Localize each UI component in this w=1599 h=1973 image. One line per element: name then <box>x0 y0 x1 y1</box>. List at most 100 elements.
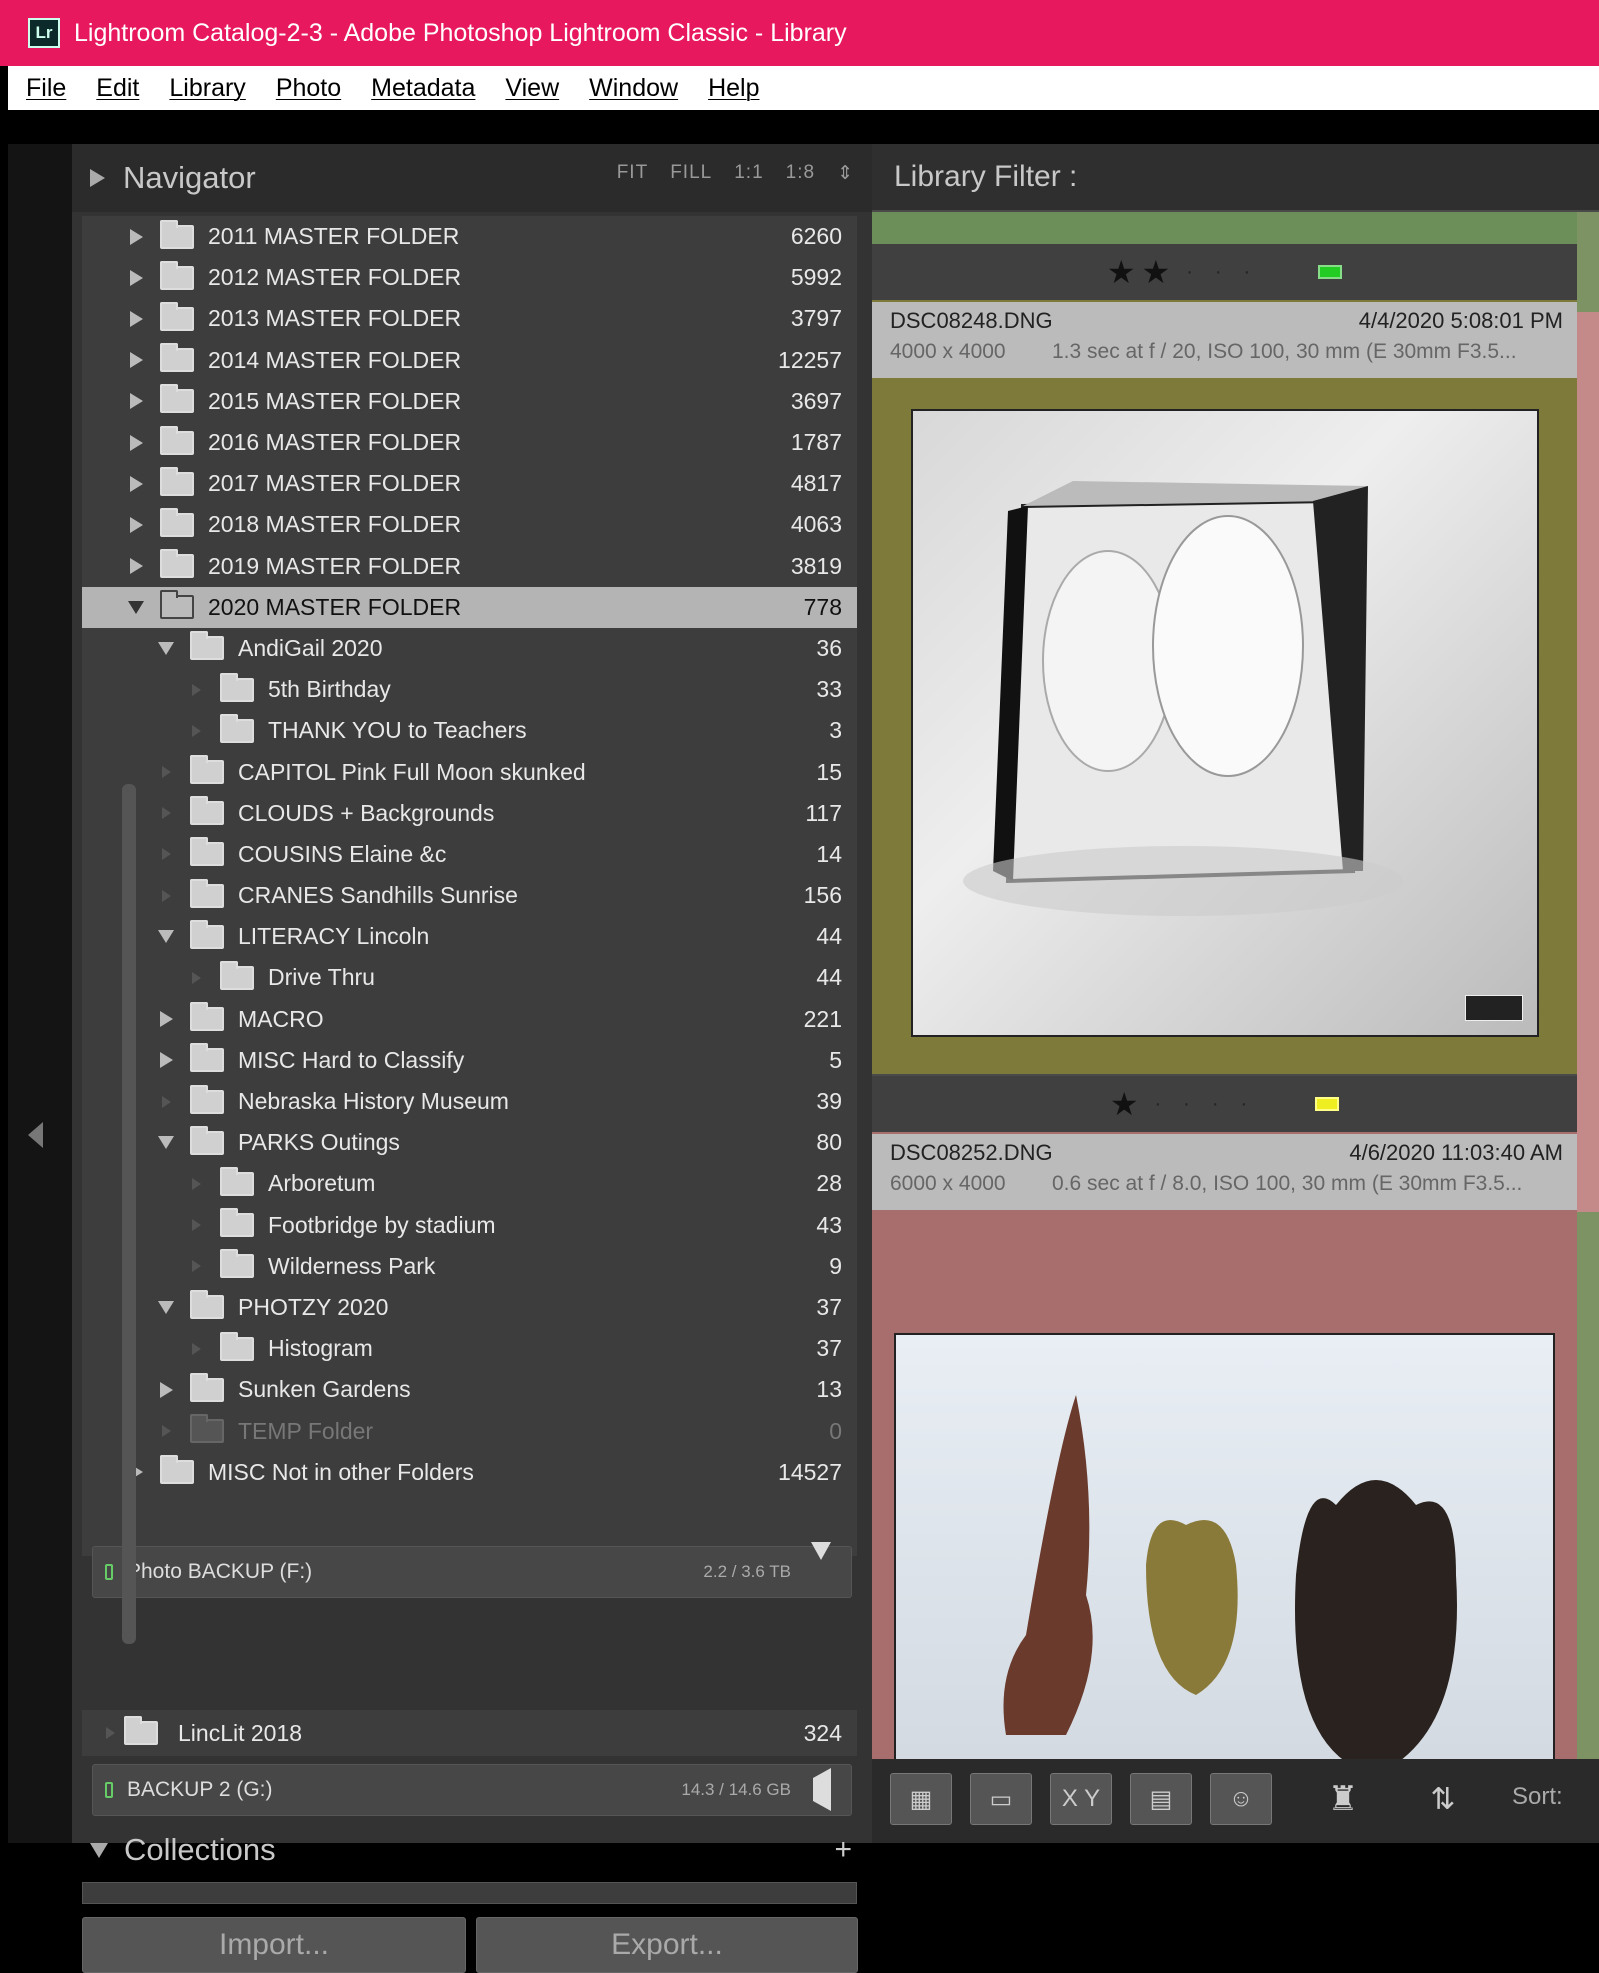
grid-cell-1[interactable]: ★★ ··· DSC08248.DNG 4/4/2020 5:08:01 PM … <box>872 244 1577 1074</box>
folder-collapsed-icon[interactable] <box>126 227 146 247</box>
folder-row[interactable]: Nebraska History Museum 39 <box>82 1081 857 1122</box>
folder-row[interactable]: Drive Thru 44 <box>82 957 857 998</box>
menu-photo[interactable]: Photo <box>276 74 341 103</box>
folder-collapsed-icon[interactable] <box>126 474 146 494</box>
photo-info: DSC08252.DNG 4/6/2020 11:03:40 AM 6000 x… <box>872 1134 1577 1210</box>
folder-row[interactable]: LITERACY Lincoln 44 <box>82 916 857 957</box>
star-rating[interactable]: ★★ <box>1107 253 1176 291</box>
drive-collapsed-icon[interactable] <box>813 1768 831 1811</box>
loupe-view-icon[interactable]: ▭ <box>970 1773 1032 1825</box>
folder-row-linclit[interactable]: LincLit 2018 324 <box>82 1710 857 1756</box>
folder-row[interactable]: TEMP Folder 0 <box>82 1410 857 1451</box>
folder-collapsed-icon[interactable] <box>156 1009 176 1029</box>
thumbnail-badges-icon[interactable] <box>1465 995 1523 1021</box>
photo-exif: 0.6 sec at f / 8.0, ISO 100, 30 mm (E 30… <box>1052 1172 1523 1195</box>
folder-row[interactable]: CAPITOL Pink Full Moon skunked 15 <box>82 751 857 792</box>
drive-backup-2[interactable]: BACKUP 2 (G:) 14.3 / 14.6 GB <box>92 1764 852 1816</box>
folder-row[interactable]: MISC Not in other Folders 14527 <box>82 1452 857 1493</box>
folder-collapsed-icon[interactable] <box>126 391 146 411</box>
folder-row[interactable]: Arboretum 28 <box>82 1163 857 1204</box>
folder-collapsed-icon[interactable] <box>156 1380 176 1400</box>
sort-direction-icon[interactable]: ⇅ <box>1412 1773 1474 1825</box>
menu-edit[interactable]: Edit <box>96 74 139 103</box>
folder-expanded-icon[interactable] <box>156 1297 176 1317</box>
expand-collections-icon[interactable] <box>90 1842 108 1858</box>
folder-collapsed-icon[interactable] <box>126 309 146 329</box>
folder-row[interactable]: PARKS Outings 80 <box>82 1122 857 1163</box>
folder-row[interactable]: 2014 MASTER FOLDER 12257 <box>82 340 857 381</box>
menu-window[interactable]: Window <box>589 74 678 103</box>
folder-row[interactable]: 2017 MASTER FOLDER 4817 <box>82 463 857 504</box>
navigator-header[interactable]: Navigator FIT FILL 1:1 1:8 ⇕ <box>72 144 872 212</box>
folder-row[interactable]: 2020 MASTER FOLDER 778 <box>82 586 857 628</box>
empty-stars[interactable]: ···· <box>1155 1093 1270 1116</box>
zoom-stepper-icon[interactable]: ⇕ <box>837 162 854 185</box>
painter-spray-icon[interactable]: ♜ <box>1312 1773 1374 1825</box>
folder-arrow-icon <box>106 1727 115 1739</box>
folder-expanded-icon[interactable] <box>156 1133 176 1153</box>
drive-photo-backup[interactable]: Photo BACKUP (F:) 2.2 / 3.6 TB <box>92 1542 852 1598</box>
menu-file[interactable]: File <box>26 74 66 103</box>
expand-navigator-icon[interactable] <box>90 169 105 187</box>
menu-library[interactable]: Library <box>169 74 245 103</box>
color-label-green[interactable] <box>1318 265 1343 279</box>
import-button[interactable]: Import... <box>82 1917 466 1973</box>
folder-collapsed-icon[interactable] <box>126 268 146 288</box>
folder-row[interactable]: Histogram 37 <box>82 1328 857 1369</box>
folder-row[interactable]: 2015 MASTER FOLDER 3697 <box>82 381 857 422</box>
folder-row[interactable]: Footbridge by stadium 43 <box>82 1205 857 1246</box>
folder-row[interactable]: CLOUDS + Backgrounds 117 <box>82 793 857 834</box>
photo-thumbnail[interactable] <box>911 409 1539 1037</box>
left-panel-scrollbar[interactable] <box>122 784 136 1644</box>
color-label-yellow[interactable] <box>1315 1097 1340 1111</box>
zoom-1-1[interactable]: 1:1 <box>734 162 763 185</box>
folder-row[interactable]: MISC Hard to Classify 5 <box>82 1040 857 1081</box>
folder-row[interactable]: 2019 MASTER FOLDER 3819 <box>82 546 857 587</box>
star-rating[interactable]: ★ <box>1110 1085 1145 1123</box>
folder-expanded-icon[interactable] <box>126 597 146 617</box>
compare-view-icon[interactable]: X Y <box>1050 1773 1112 1825</box>
folder-row[interactable]: AndiGail 2020 36 <box>82 628 857 669</box>
folder-collapsed-icon[interactable] <box>156 1050 176 1070</box>
folder-row[interactable]: 2016 MASTER FOLDER 1787 <box>82 422 857 463</box>
folder-row[interactable]: 2013 MASTER FOLDER 3797 <box>82 298 857 339</box>
folder-row[interactable]: Sunken Gardens 13 <box>82 1369 857 1410</box>
grid-cell-2[interactable]: ★ ···· DSC08252.DNG 4/6/2020 11:03:40 AM… <box>872 1076 1577 1843</box>
collections-header[interactable]: Collections + <box>72 1820 872 1880</box>
menu-view[interactable]: View <box>505 74 559 103</box>
folder-row[interactable]: 5th Birthday 33 <box>82 669 857 710</box>
folder-collapsed-icon[interactable] <box>126 515 146 535</box>
drive-expanded-icon[interactable] <box>811 1542 831 1584</box>
zoom-1-8[interactable]: 1:8 <box>786 162 815 185</box>
folder-icon <box>160 590 194 620</box>
folder-name: 2018 MASTER FOLDER <box>208 511 462 538</box>
survey-view-icon[interactable]: ▤ <box>1130 1773 1192 1825</box>
rating-bar[interactable]: ★★ ··· <box>872 244 1577 300</box>
folder-row[interactable]: PHOTZY 2020 37 <box>82 1287 857 1328</box>
folder-row[interactable]: 2011 MASTER FOLDER 6260 <box>82 216 857 257</box>
collapse-left-panel-icon[interactable] <box>28 1122 43 1148</box>
zoom-fit[interactable]: FIT <box>617 162 649 185</box>
folder-collapsed-icon[interactable] <box>126 556 146 576</box>
grid-view-icon[interactable]: ▦ <box>890 1773 952 1825</box>
folder-expanded-icon[interactable] <box>156 638 176 658</box>
folder-row[interactable]: 2018 MASTER FOLDER 4063 <box>82 504 857 545</box>
folder-collapsed-icon[interactable] <box>126 433 146 453</box>
folder-row[interactable]: MACRO 221 <box>82 999 857 1040</box>
zoom-fill[interactable]: FILL <box>670 162 712 185</box>
folder-expanded-icon[interactable] <box>156 927 176 947</box>
empty-stars[interactable]: ··· <box>1186 261 1272 284</box>
people-view-icon[interactable]: ☺ <box>1210 1773 1272 1825</box>
rating-bar[interactable]: ★ ···· <box>872 1076 1577 1132</box>
export-button[interactable]: Export... <box>476 1917 858 1973</box>
add-collection-icon[interactable]: + <box>834 1833 852 1867</box>
menu-help[interactable]: Help <box>708 74 759 103</box>
folder-row[interactable]: Wilderness Park 9 <box>82 1246 857 1287</box>
folder-row[interactable]: 2012 MASTER FOLDER 5992 <box>82 257 857 298</box>
folder-collapsed-icon[interactable] <box>126 350 146 370</box>
folder-icon <box>190 631 224 661</box>
menu-metadata[interactable]: Metadata <box>371 74 475 103</box>
folder-row[interactable]: COUSINS Elaine &c 14 <box>82 834 857 875</box>
folder-row[interactable]: CRANES Sandhills Sunrise 156 <box>82 875 857 916</box>
folder-row[interactable]: THANK YOU to Teachers 3 <box>82 710 857 751</box>
